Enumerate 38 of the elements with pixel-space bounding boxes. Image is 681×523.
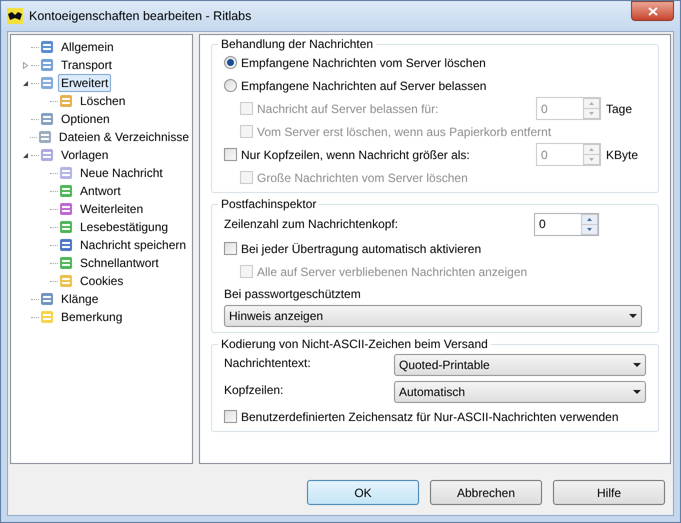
radio-label[interactable]: Empfangene Nachrichten vom Server löschen <box>241 54 486 72</box>
tree-item[interactable]: Cookies <box>77 272 126 290</box>
tree-item[interactable]: Löschen <box>77 92 128 110</box>
unit-label: KByte <box>606 146 640 164</box>
tree-item[interactable]: Neue Nachricht <box>77 164 166 182</box>
checkbox-label[interactable]: Nur Kopfzeilen, wenn Nachricht größer als: <box>241 146 470 164</box>
tree-item[interactable]: Lesebestätigung <box>77 218 172 236</box>
tree-item[interactable]: Klänge <box>58 290 102 308</box>
tree-item[interactable]: Bemerkung <box>58 308 126 326</box>
tree-item[interactable]: Vorlagen <box>58 146 112 164</box>
dropdown[interactable]: Automatisch <box>394 380 646 402</box>
tree-item[interactable]: Weiterleiten <box>77 200 146 218</box>
tree-item[interactable]: Antwort <box>77 182 124 200</box>
tree-item[interactable]: Erweitert <box>58 74 112 92</box>
group-title: Postfachinspektor <box>220 197 318 211</box>
field-label: Zeilenzahl zum Nachrichtenkopf: <box>224 216 398 233</box>
group-title: Kodierung von Nicht-ASCII-Zeichen beim Versand <box>220 337 489 351</box>
tree-item[interactable]: Schnellantwort <box>77 254 162 272</box>
window-title: Kontoeigenschaften bearbeiten - Ritlabs <box>29 8 252 25</box>
dialog-button[interactable]: Hilfe <box>553 480 665 505</box>
dialog-button[interactable]: OK <box>307 480 419 505</box>
field-label: Kopfzeilen: <box>224 382 284 399</box>
group-title: Behandlung der Nachrichten <box>220 37 374 51</box>
tree-item[interactable]: Optionen <box>58 110 113 128</box>
checkbox-label[interactable]: Bei jeder Übertragung automatisch aktivieren <box>241 240 482 258</box>
checkbox-label[interactable]: Benutzerdefinierten Zeichensatz für Nur-ASCII-Nachrichten verwenden <box>241 408 619 426</box>
tree-item[interactable]: Nachricht speichern <box>77 236 190 254</box>
tree-item[interactable]: Transport <box>58 56 115 74</box>
tree-item[interactable]: Allgemein <box>58 38 117 56</box>
field-label: Bei passwortgeschütztem <box>224 286 361 303</box>
dropdown[interactable]: Hinweis anzeigen <box>224 305 642 327</box>
unit-label: Tage <box>606 100 634 118</box>
field-label: Nachrichtentext: <box>224 355 311 372</box>
number-field[interactable]: 0 <box>534 212 599 236</box>
dropdown[interactable]: Quoted-Printable <box>394 354 646 376</box>
tree-item[interactable]: Dateien & Verzeichnisse <box>56 128 192 146</box>
radio-label[interactable]: Empfangene Nachrichten auf Server belassen <box>241 76 486 94</box>
dialog-button[interactable]: Abbrechen <box>430 480 542 505</box>
